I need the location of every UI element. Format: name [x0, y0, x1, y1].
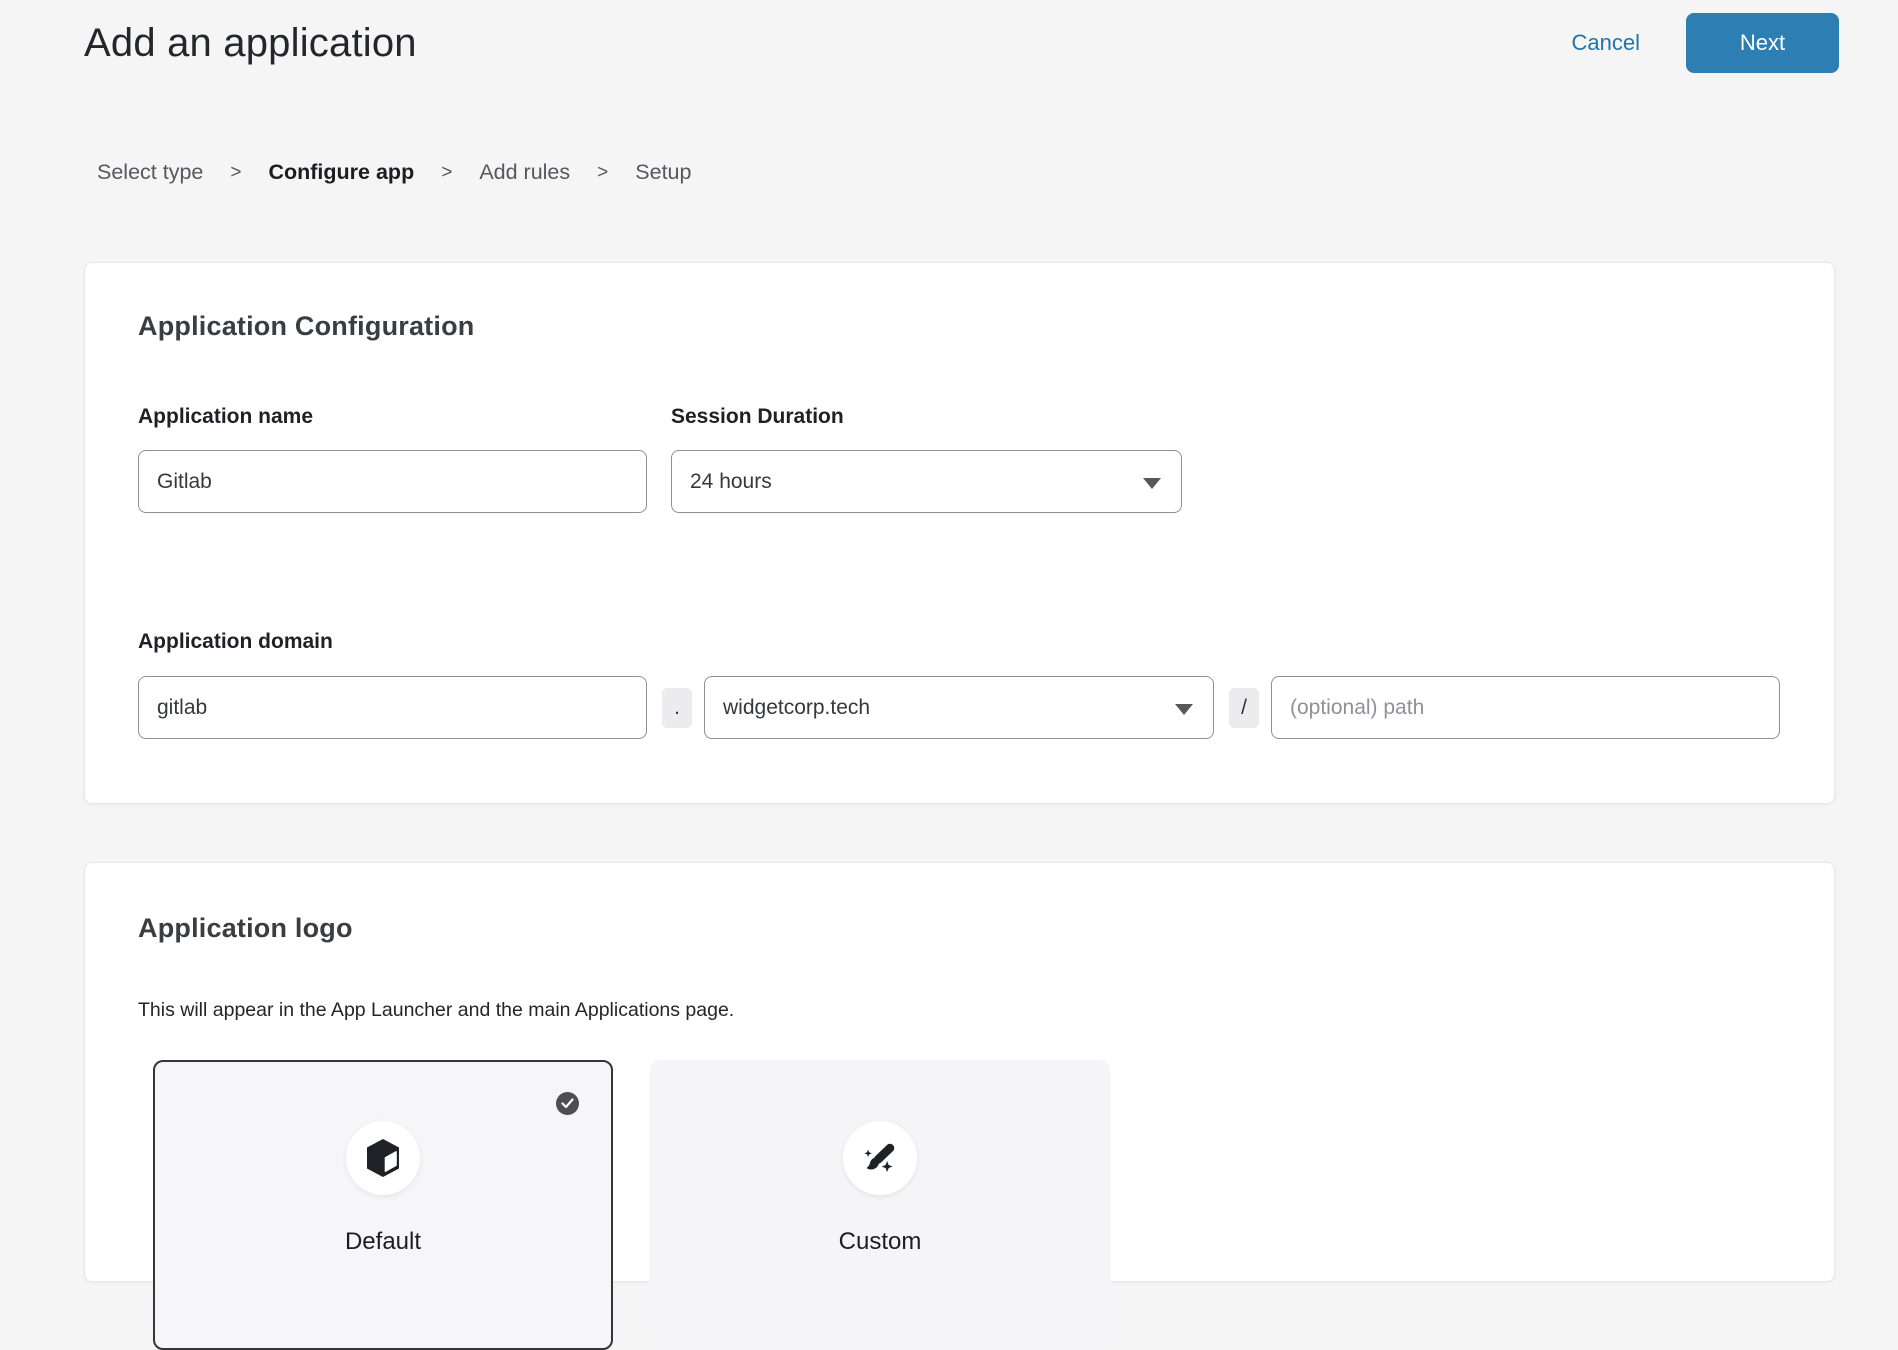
application-logo-heading: Application logo — [138, 913, 353, 944]
default-logo-circle — [346, 1121, 420, 1195]
next-button[interactable]: Next — [1686, 13, 1839, 73]
application-domain-row: . widgetcorp.tech / — [138, 676, 1781, 739]
chevron-down-icon — [1175, 704, 1193, 715]
application-name-field-group: Application name — [138, 405, 647, 513]
cancel-button[interactable]: Cancel — [1572, 30, 1640, 56]
session-duration-label: Session Duration — [671, 405, 1182, 429]
path-input[interactable] — [1271, 676, 1780, 739]
application-logo-card: Application logo This will appear in the… — [84, 862, 1835, 1282]
selected-check-badge — [556, 1092, 579, 1115]
breadcrumb-step-select-type[interactable]: Select type — [97, 160, 203, 185]
logo-option-label: Default — [155, 1228, 611, 1256]
header-actions: Cancel Next — [1572, 13, 1839, 73]
breadcrumb: Select type > Configure app > Add rules … — [97, 160, 691, 185]
paintbrush-icon — [861, 1139, 899, 1177]
breadcrumb-step-add-rules[interactable]: Add rules — [479, 160, 570, 185]
custom-logo-circle — [843, 1121, 917, 1195]
chevron-down-icon — [1143, 478, 1161, 489]
breadcrumb-separator-icon: > — [441, 162, 452, 184]
session-duration-value: 24 hours — [690, 470, 772, 494]
breadcrumb-step-configure-app[interactable]: Configure app — [268, 160, 414, 185]
logo-option-label: Custom — [652, 1228, 1108, 1256]
application-domain-label: Application domain — [138, 630, 333, 654]
application-name-label: Application name — [138, 405, 647, 429]
application-configuration-heading: Application Configuration — [138, 311, 474, 342]
cube-icon — [365, 1138, 401, 1178]
subdomain-input[interactable] — [138, 676, 647, 739]
breadcrumb-separator-icon: > — [230, 162, 241, 184]
page-header: Add an application Cancel Next — [84, 0, 1839, 86]
session-duration-select[interactable]: 24 hours — [671, 450, 1182, 513]
breadcrumb-step-setup[interactable]: Setup — [635, 160, 691, 185]
domain-select[interactable]: widgetcorp.tech — [704, 676, 1214, 739]
logo-option-tiles: Default Custom — [153, 1060, 1110, 1350]
slash-separator: / — [1229, 688, 1259, 728]
application-logo-description: This will appear in the App Launcher and… — [138, 999, 734, 1022]
session-duration-field-group: Session Duration 24 hours — [671, 405, 1182, 513]
domain-select-value: widgetcorp.tech — [723, 696, 870, 720]
check-icon — [561, 1098, 574, 1109]
logo-option-default[interactable]: Default — [153, 1060, 613, 1350]
application-configuration-card: Application Configuration Application na… — [84, 262, 1835, 804]
breadcrumb-separator-icon: > — [597, 162, 608, 184]
page-title: Add an application — [84, 21, 417, 66]
logo-option-custom[interactable]: Custom — [650, 1060, 1110, 1350]
application-name-input[interactable] — [138, 450, 647, 513]
dot-separator: . — [662, 688, 692, 728]
